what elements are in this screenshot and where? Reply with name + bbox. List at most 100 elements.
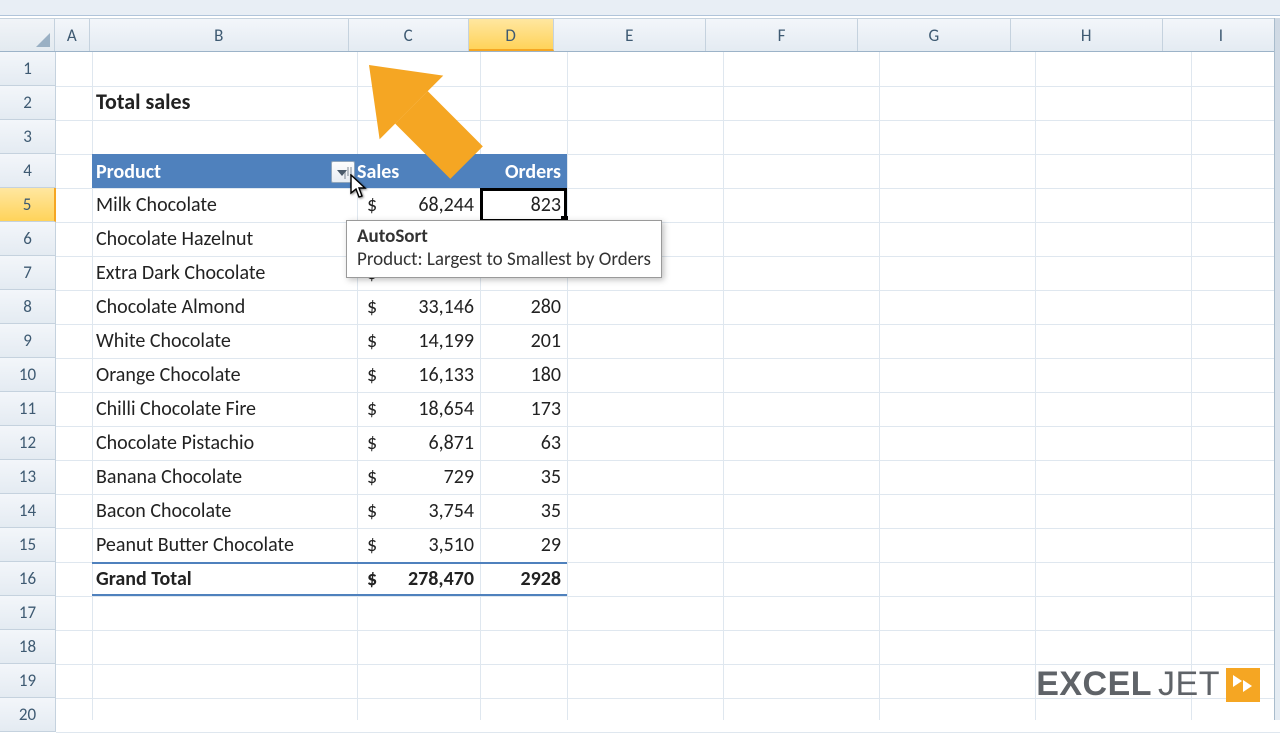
header-orders-label: Orders — [505, 160, 561, 184]
orders-cell: 173 — [480, 392, 567, 426]
currency-symbol: $ — [357, 295, 381, 319]
orders-cell: 63 — [480, 426, 567, 460]
header-sales-label: Sales — [357, 160, 399, 184]
row-header-2[interactable]: 2 — [0, 86, 56, 120]
logo-text-2: JET — [1158, 665, 1220, 704]
sales-cell: 6,871 — [381, 431, 480, 455]
orders-cell: 280 — [480, 290, 567, 324]
product-cell: Chocolate Almond — [92, 290, 357, 324]
table-row[interactable]: Chocolate Almond$33,146280 — [92, 290, 567, 324]
row-header-1[interactable]: 1 — [0, 52, 56, 86]
column-header-F[interactable]: F — [706, 19, 858, 51]
pivot-grand-total: Grand Total $ 278,470 2928 — [92, 562, 567, 596]
grand-total-orders: 2928 — [480, 564, 567, 594]
sales-cell: 16,133 — [381, 363, 480, 387]
orders-cell: 29 — [480, 528, 567, 562]
grand-total-sales: 278,470 — [381, 567, 480, 591]
product-cell: Peanut Butter Chocolate — [92, 528, 357, 562]
currency-symbol: $ — [357, 397, 381, 421]
table-row[interactable]: Milk Chocolate$68,244823 — [92, 188, 567, 222]
column-header-A[interactable]: A — [55, 19, 90, 51]
row-header-18[interactable]: 18 — [0, 630, 56, 664]
row-header-20[interactable]: 20 — [0, 698, 56, 732]
row-header-12[interactable]: 12 — [0, 426, 56, 460]
row-header-9[interactable]: 9 — [0, 324, 56, 358]
column-header-G[interactable]: G — [858, 19, 1010, 51]
select-all-corner[interactable] — [0, 19, 55, 51]
row-header-5[interactable]: 5 — [0, 188, 56, 222]
currency-symbol: $ — [357, 363, 381, 387]
sales-cell: 18,654 — [381, 397, 480, 421]
product-cell: Chocolate Pistachio — [92, 426, 357, 460]
currency-symbol: $ — [357, 431, 381, 455]
currency-symbol: $ — [357, 499, 381, 523]
sales-cell: 14,199 — [381, 329, 480, 353]
table-row[interactable]: Orange Chocolate$16,133180 — [92, 358, 567, 392]
row-header-19[interactable]: 19 — [0, 664, 56, 698]
worksheet-grid[interactable]: Total sales Product Sales Orders Milk Ch… — [56, 52, 1280, 720]
currency-symbol: $ — [357, 567, 381, 591]
currency-symbol: $ — [357, 465, 381, 489]
row-header-10[interactable]: 10 — [0, 358, 56, 392]
table-row[interactable]: Chocolate Pistachio$6,87163 — [92, 426, 567, 460]
tooltip-body: Product: Largest to Smallest by Orders — [357, 248, 651, 271]
row-header-11[interactable]: 11 — [0, 392, 56, 426]
orders-cell: 35 — [480, 460, 567, 494]
product-cell: Orange Chocolate — [92, 358, 357, 392]
column-header-E[interactable]: E — [554, 19, 706, 51]
currency-symbol: $ — [357, 533, 381, 557]
orders-cell: 823 — [480, 188, 567, 222]
table-row[interactable]: Banana Chocolate$72935 — [92, 460, 567, 494]
table-row[interactable]: Bacon Chocolate$3,75435 — [92, 494, 567, 528]
grand-total-label: Grand Total — [92, 564, 357, 594]
header-orders[interactable]: Orders — [480, 156, 567, 188]
row-header-4[interactable]: 4 — [0, 154, 56, 188]
orders-cell: 35 — [480, 494, 567, 528]
logo-mark-icon — [1226, 668, 1260, 702]
row-header-14[interactable]: 14 — [0, 494, 56, 528]
logo-text-1: EXCEL — [1036, 665, 1152, 704]
row-header-8[interactable]: 8 — [0, 290, 56, 324]
table-row[interactable]: White Chocolate$14,199201 — [92, 324, 567, 358]
autosort-tooltip: AutoSort Product: Largest to Smallest by… — [346, 220, 662, 278]
column-header-D[interactable]: D — [469, 19, 554, 51]
product-cell: Chilli Chocolate Fire — [92, 392, 357, 426]
product-cell: Extra Dark Chocolate — [92, 256, 357, 290]
product-cell: White Chocolate — [92, 324, 357, 358]
sales-cell: 33,146 — [381, 295, 480, 319]
sales-cell: 68,244 — [381, 193, 480, 217]
column-header-B[interactable]: B — [90, 19, 349, 51]
exceljet-logo: EXCELJET — [1036, 665, 1260, 704]
row-header-13[interactable]: 13 — [0, 460, 56, 494]
product-cell: Bacon Chocolate — [92, 494, 357, 528]
pivot-title: Total sales — [96, 88, 190, 115]
sales-cell: 729 — [381, 465, 480, 489]
column-header-H[interactable]: H — [1011, 19, 1163, 51]
row-header-16[interactable]: 16 — [0, 562, 56, 596]
row-header-3[interactable]: 3 — [0, 120, 56, 154]
orders-cell: 201 — [480, 324, 567, 358]
sales-cell: 3,510 — [381, 533, 480, 557]
product-cell: Banana Chocolate — [92, 460, 357, 494]
row-header-6[interactable]: 6 — [0, 222, 56, 256]
column-headers: ABCDEFGHI — [0, 18, 1280, 52]
product-cell: Milk Chocolate — [92, 188, 357, 222]
header-product[interactable]: Product — [92, 156, 357, 188]
column-header-I[interactable]: I — [1163, 19, 1280, 51]
pivot-header-row: Product Sales Orders — [92, 154, 567, 188]
row-header-15[interactable]: 15 — [0, 528, 56, 562]
orders-cell: 180 — [480, 358, 567, 392]
table-row[interactable]: Chilli Chocolate Fire$18,654173 — [92, 392, 567, 426]
table-row[interactable]: Peanut Butter Chocolate$3,51029 — [92, 528, 567, 562]
autosort-dropdown-icon[interactable] — [331, 161, 355, 183]
row-header-7[interactable]: 7 — [0, 256, 56, 290]
row-headers: 1234567891011121314151617181920 — [0, 52, 56, 732]
sales-cell: 3,754 — [381, 499, 480, 523]
vertical-scrollbar[interactable] — [1274, 18, 1280, 720]
tooltip-title: AutoSort — [357, 225, 651, 248]
header-product-label: Product — [96, 160, 161, 184]
product-cell: Chocolate Hazelnut — [92, 222, 357, 256]
currency-symbol: $ — [357, 193, 381, 217]
ribbon-strip — [0, 0, 1280, 16]
row-header-17[interactable]: 17 — [0, 596, 56, 630]
